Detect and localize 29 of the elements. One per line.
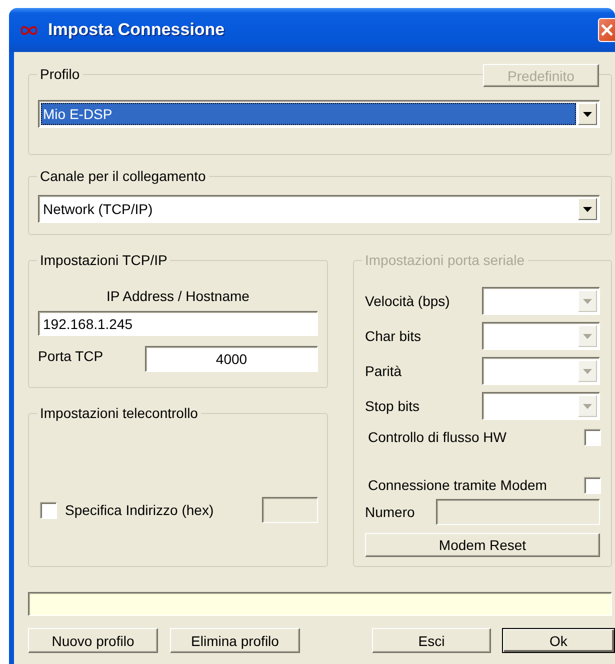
window-title: Imposta Connessione <box>48 20 225 40</box>
serial-dropdown[interactable] <box>482 322 600 350</box>
checkbox-label: Connessione tramite Modem <box>368 477 547 493</box>
dialog-button[interactable]: Nuovo profilo <box>28 628 158 653</box>
serial-dropdown[interactable] <box>482 357 600 385</box>
checkbox-label: Controllo di flusso HW <box>368 429 506 445</box>
field-label: Numero <box>365 504 415 520</box>
dialog-button[interactable]: Ok <box>502 628 615 653</box>
serial-dropdown[interactable] <box>482 287 600 315</box>
dialog-button[interactable]: Esci <box>372 628 491 653</box>
field-label: Velocità (bps) <box>365 293 450 309</box>
close-icon <box>600 23 614 37</box>
port-field[interactable]: 4000 <box>145 346 318 372</box>
profile-dropdown[interactable]: Mio E-DSP <box>38 100 600 128</box>
channel-dropdown[interactable]: Network (TCP/IP) <box>38 195 600 223</box>
field-label: IP Address / Hostname <box>106 288 250 304</box>
host-field[interactable]: 192.168.1.245 <box>38 311 318 336</box>
app-icon <box>21 26 37 34</box>
field-label: Parità <box>365 363 402 379</box>
close-button[interactable] <box>598 18 615 42</box>
serial-dropdown[interactable] <box>482 392 600 420</box>
field-label: Char bits <box>365 328 422 344</box>
checkbox-label: Specifica Indirizzo (hex) <box>65 502 214 518</box>
checkbox[interactable] <box>40 502 57 518</box>
field-label: Stop bits <box>365 398 420 414</box>
field-label: Porta TCP <box>38 348 104 364</box>
dialog-button[interactable]: Elimina profilo <box>170 628 300 653</box>
caret-icon[interactable] <box>583 112 592 116</box>
caret-icon[interactable] <box>583 206 592 212</box>
